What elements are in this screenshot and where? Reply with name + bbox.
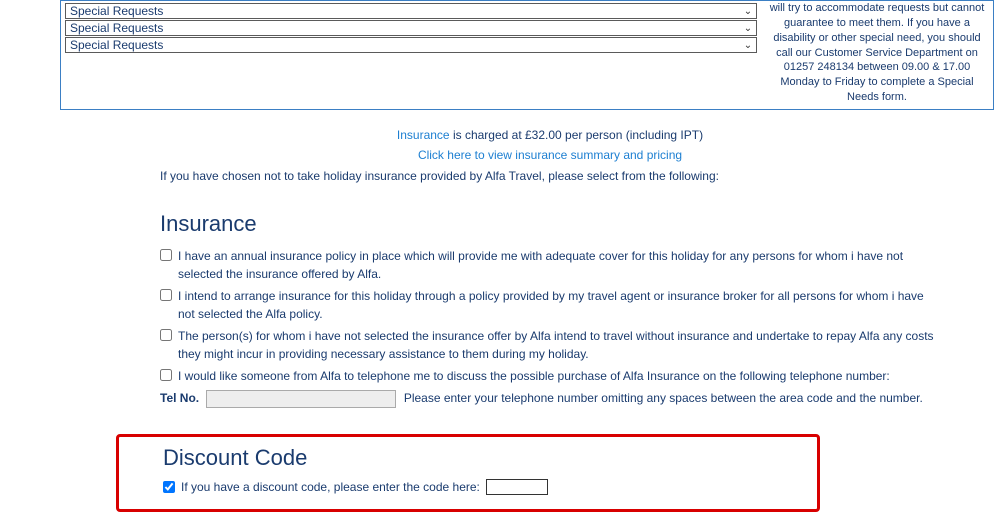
special-request-select-2[interactable]: Special Requests ⌄ (65, 20, 757, 36)
insurance-link[interactable]: Insurance (397, 128, 450, 142)
insurance-option-3-label: The person(s) for whom i have not select… (178, 327, 940, 363)
discount-heading: Discount Code (163, 445, 797, 471)
insurance-option-3-checkbox[interactable] (160, 329, 172, 341)
sidebar-note: will try to accommodate requests but can… (761, 1, 993, 109)
tel-after-text: Please enter your telephone number omitt… (404, 391, 923, 405)
select-label: Special Requests (70, 4, 742, 18)
discount-checkbox[interactable] (163, 481, 175, 493)
insurance-option-2[interactable]: I intend to arrange insurance for this h… (160, 287, 940, 323)
main-content: Insurance is charged at £32.00 per perso… (160, 110, 940, 512)
insurance-option-2-checkbox[interactable] (160, 289, 172, 301)
insurance-summary-link[interactable]: Click here to view insurance summary and… (418, 148, 682, 162)
special-request-select-3[interactable]: Special Requests ⌄ (65, 37, 757, 53)
insurance-option-3[interactable]: The person(s) for whom i have not select… (160, 327, 940, 363)
special-request-select-1[interactable]: Special Requests ⌄ (65, 3, 757, 19)
special-requests-panel: Special Requests ⌄ Special Requests ⌄ Sp… (61, 1, 761, 109)
insurance-option-4-label: I would like someone from Alfa to teleph… (178, 367, 890, 385)
chevron-down-icon: ⌄ (742, 23, 754, 34)
tel-row: Tel No. Please enter your telephone numb… (160, 389, 940, 408)
discount-code-input[interactable] (486, 479, 548, 495)
top-panel: Special Requests ⌄ Special Requests ⌄ Sp… (60, 0, 994, 110)
select-label: Special Requests (70, 38, 742, 52)
chevron-down-icon: ⌄ (742, 6, 754, 17)
tel-label: Tel No. (160, 391, 199, 405)
insurance-option-2-label: I intend to arrange insurance for this h… (178, 287, 940, 323)
insurance-option-1-label: I have an annual insurance policy in pla… (178, 247, 940, 283)
not-taking-text: If you have chosen not to take holiday i… (160, 168, 940, 185)
insurance-heading: Insurance (160, 211, 940, 237)
insurance-option-1[interactable]: I have an annual insurance policy in pla… (160, 247, 940, 283)
insurance-option-4[interactable]: I would like someone from Alfa to teleph… (160, 367, 940, 385)
insurance-charge-text: is charged at £32.00 per person (includi… (450, 128, 703, 142)
discount-prompt: If you have a discount code, please ente… (181, 480, 480, 494)
insurance-option-4-checkbox[interactable] (160, 369, 172, 381)
insurance-option-1-checkbox[interactable] (160, 249, 172, 261)
tel-input[interactable] (206, 390, 396, 408)
select-label: Special Requests (70, 21, 742, 35)
chevron-down-icon: ⌄ (742, 40, 754, 51)
